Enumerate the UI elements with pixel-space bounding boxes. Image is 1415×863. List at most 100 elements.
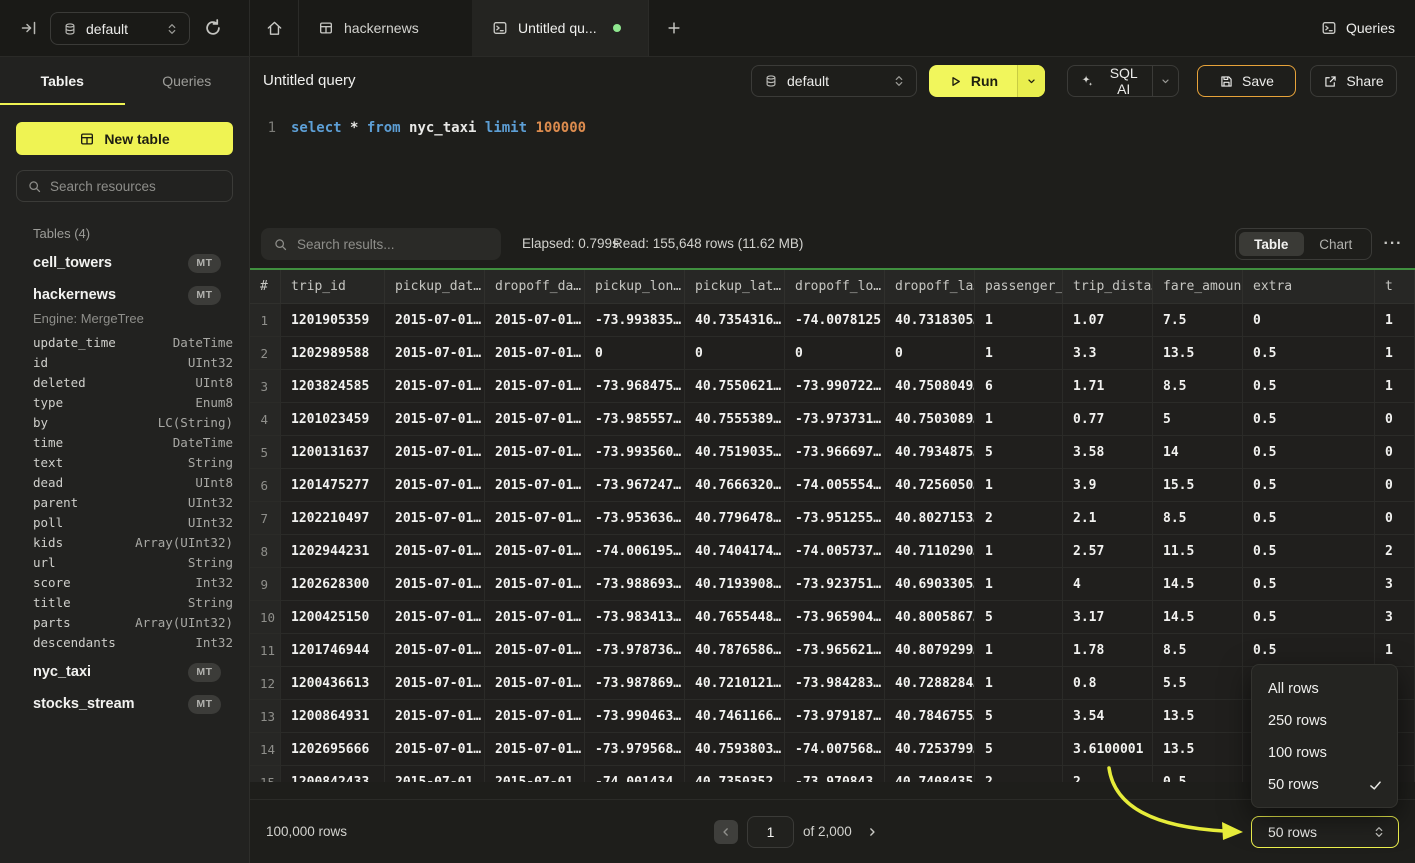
table-cell[interactable]: 2.57: [1063, 535, 1153, 568]
table-cell[interactable]: 40.7934875…: [885, 436, 975, 469]
tab-home[interactable]: [250, 0, 298, 56]
table-cell[interactable]: 2: [1063, 766, 1153, 782]
table-cell[interactable]: 0: [685, 337, 785, 370]
run-options-caret[interactable]: [1017, 65, 1045, 97]
table-cell[interactable]: 40.7253799…: [885, 733, 975, 766]
new-table-button[interactable]: New table: [16, 122, 233, 155]
table-cell[interactable]: 2015-07-01…: [385, 337, 485, 370]
view-toggle-table[interactable]: Table: [1239, 232, 1304, 256]
table-cell[interactable]: 3: [1375, 601, 1415, 634]
table-cell[interactable]: 5: [975, 601, 1063, 634]
table-cell[interactable]: 40.7666320…: [685, 469, 785, 502]
table-cell[interactable]: 40.7655448…: [685, 601, 785, 634]
table-cell[interactable]: 0.5: [1243, 535, 1375, 568]
table-cell[interactable]: 0.5: [1243, 403, 1375, 436]
table-cell[interactable]: 40.7318305…: [885, 304, 975, 337]
table-cell[interactable]: 2: [975, 766, 1063, 782]
column-header[interactable]: trip_id: [281, 270, 385, 304]
table-cell[interactable]: -74.005737…: [785, 535, 885, 568]
table-cell[interactable]: -73.987869…: [585, 667, 685, 700]
sql-editor[interactable]: 1 select * from nyc_taxi limit 100000: [250, 105, 1415, 228]
column-header[interactable]: pickup_lat…: [685, 270, 785, 304]
table-cell[interactable]: 40.8005867…: [885, 601, 975, 634]
table-cell[interactable]: -73.988693…: [585, 568, 685, 601]
table-cell[interactable]: 40.7796478…: [685, 502, 785, 535]
table-cell[interactable]: 0.5: [1243, 568, 1375, 601]
table-cell[interactable]: 0.8: [1063, 667, 1153, 700]
table-cell[interactable]: 0.5: [1243, 469, 1375, 502]
table-cell[interactable]: 40.7555389…: [685, 403, 785, 436]
table-cell[interactable]: -73.990463…: [585, 700, 685, 733]
run-button[interactable]: Run: [929, 65, 1045, 97]
column-header[interactable]: fare_amount: [1153, 270, 1243, 304]
table-cell[interactable]: -74.006195…: [585, 535, 685, 568]
sidebar-tab-queries[interactable]: Queries: [125, 57, 250, 105]
table-cell[interactable]: 3.9: [1063, 469, 1153, 502]
menu-item[interactable]: 250 rows: [1252, 705, 1397, 737]
save-button[interactable]: Save: [1197, 65, 1296, 97]
table-cell[interactable]: -73.965904…: [785, 601, 885, 634]
table-cell[interactable]: 1: [975, 667, 1063, 700]
table-cell[interactable]: 13.5: [1153, 700, 1243, 733]
table-cell[interactable]: 2015-07-01…: [485, 733, 585, 766]
table-cell[interactable]: 40.7461166…: [685, 700, 785, 733]
table-cell[interactable]: 2015-07-01…: [385, 370, 485, 403]
tab-hackernews[interactable]: hackernews: [298, 0, 472, 56]
search-results-input[interactable]: [297, 237, 477, 252]
table-cell[interactable]: 0: [585, 337, 685, 370]
sidebar-table-nyc-taxi[interactable]: nyc_taxi MT: [0, 656, 249, 688]
table-cell[interactable]: 2015-07-01…: [485, 601, 585, 634]
table-cell[interactable]: 2: [975, 502, 1063, 535]
table-cell[interactable]: -73.979568…: [585, 733, 685, 766]
table-cell[interactable]: 14.5: [1153, 568, 1243, 601]
table-cell[interactable]: -73.983413…: [585, 601, 685, 634]
table-cell[interactable]: 3.6100001: [1063, 733, 1153, 766]
table-cell[interactable]: 40.8079299…: [885, 634, 975, 667]
table-cell[interactable]: -74.005554…: [785, 469, 885, 502]
page-next-button[interactable]: [860, 820, 884, 844]
table-cell[interactable]: 1: [975, 634, 1063, 667]
table-cell[interactable]: 2015-07-01…: [485, 766, 585, 782]
table-cell[interactable]: 1: [975, 469, 1063, 502]
page-prev-button[interactable]: [714, 820, 738, 844]
table-cell[interactable]: 40.6903305…: [885, 568, 975, 601]
table-cell[interactable]: 14: [1153, 436, 1243, 469]
column-header[interactable]: pickup_dat…: [385, 270, 485, 304]
page-size-select[interactable]: 50 rows: [1251, 816, 1399, 848]
table-cell[interactable]: 40.7110290…: [885, 535, 975, 568]
table-cell[interactable]: -73.951255…: [785, 502, 885, 535]
table-cell[interactable]: 13.5: [1153, 337, 1243, 370]
table-cell[interactable]: 1201475277: [281, 469, 385, 502]
table-cell[interactable]: 0: [1375, 403, 1415, 436]
table-cell[interactable]: 2015-07-01…: [485, 667, 585, 700]
table-cell[interactable]: -74.001434: [585, 766, 685, 782]
table-cell[interactable]: 40.7876586…: [685, 634, 785, 667]
table-cell[interactable]: 4: [1063, 568, 1153, 601]
table-cell[interactable]: 1200864931: [281, 700, 385, 733]
table-cell[interactable]: 40.7593803…: [685, 733, 785, 766]
table-cell[interactable]: 1202944231: [281, 535, 385, 568]
table-cell[interactable]: -73.993560…: [585, 436, 685, 469]
table-cell[interactable]: 2015-07-01…: [385, 601, 485, 634]
column-header[interactable]: extra: [1243, 270, 1375, 304]
table-cell[interactable]: 7.5: [1153, 304, 1243, 337]
table-cell[interactable]: -73.923751…: [785, 568, 885, 601]
table-cell[interactable]: 8.5: [1153, 370, 1243, 403]
table-cell[interactable]: 40.7210121…: [685, 667, 785, 700]
table-cell[interactable]: 1203824585: [281, 370, 385, 403]
table-cell[interactable]: 40.7519035…: [685, 436, 785, 469]
table-cell[interactable]: 40.7508049…: [885, 370, 975, 403]
table-cell[interactable]: -73.990722…: [785, 370, 885, 403]
table-cell[interactable]: 0.5: [1243, 601, 1375, 634]
table-cell[interactable]: 2015-07-01…: [485, 304, 585, 337]
table-cell[interactable]: 2015-07-01…: [485, 370, 585, 403]
table-cell[interactable]: 2015-07-01…: [385, 304, 485, 337]
column-header[interactable]: dropoff_lo…: [785, 270, 885, 304]
sql-ai-button[interactable]: SQL AI: [1067, 65, 1179, 97]
table-cell[interactable]: 1202695666: [281, 733, 385, 766]
table-cell[interactable]: 40.7288284…: [885, 667, 975, 700]
run-button-main[interactable]: Run: [929, 65, 1017, 97]
table-cell[interactable]: 2015-07-01…: [385, 667, 485, 700]
table-cell[interactable]: 3.58: [1063, 436, 1153, 469]
table-cell[interactable]: 3: [1375, 568, 1415, 601]
